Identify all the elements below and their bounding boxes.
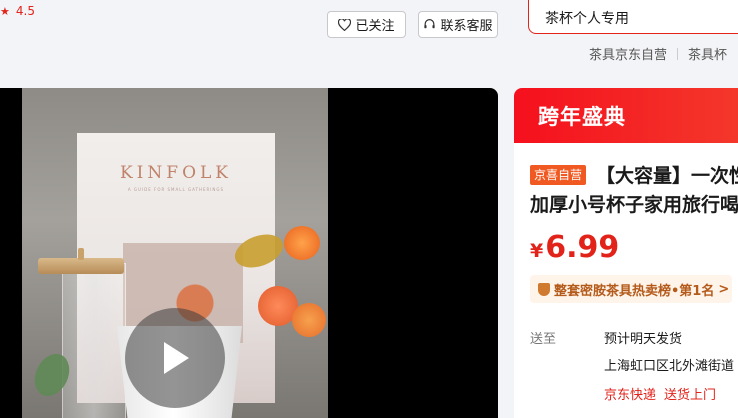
- door-service-label: 送货上门: [664, 388, 717, 403]
- medal-icon: [538, 282, 550, 296]
- play-icon: [164, 342, 189, 374]
- heart-icon: [338, 18, 352, 31]
- price-value: 6.99: [545, 230, 620, 265]
- search-input[interactable]: 茶杯个人专用: [528, 0, 738, 34]
- rating-star-icon: ★: [0, 4, 10, 18]
- follow-label: 已关注: [355, 19, 395, 34]
- category-link-tea-set[interactable]: 茶具京东自营: [589, 48, 667, 63]
- delivery-estimate: 预计明天发货: [604, 332, 683, 347]
- store-rating: ★ 4.5: [0, 4, 35, 18]
- product-title-line1: 【大容量】一次性: [596, 165, 738, 187]
- delivery-label: 送至: [530, 332, 557, 347]
- rank-text: 整套密胺茶具热卖榜•第1名: [554, 283, 715, 299]
- product-info-card: 跨年盛典 京喜自营 【大容量】一次性 加厚小号杯子家用旅行喝 ¥6.99 整套密…: [514, 88, 738, 418]
- flower-decoration: [292, 303, 326, 337]
- shipping-methods: 京东快递 送货上门: [604, 384, 716, 403]
- promo-banner: 跨年盛典: [514, 88, 738, 143]
- currency-symbol: ¥: [530, 240, 544, 262]
- divider: [677, 48, 679, 60]
- self-run-badge: 京喜自营: [530, 165, 587, 185]
- product-price: ¥6.99: [530, 230, 619, 265]
- customer-service-label: 联系客服: [440, 19, 493, 34]
- search-query: 茶杯个人专用: [545, 11, 629, 27]
- headset-icon: [424, 19, 436, 29]
- magazine-subtitle: A GUIDE FOR SMALL GATHERINGS: [127, 187, 225, 192]
- lid-knob: [78, 248, 84, 260]
- category-link-tea-cup[interactable]: 茶具杯: [688, 48, 727, 63]
- rank-badge[interactable]: 整套密胺茶具热卖榜•第1名 >: [530, 275, 732, 303]
- cup-holder-jar: [62, 263, 126, 418]
- play-button[interactable]: [125, 308, 225, 408]
- magazine-title: KINFOLK: [119, 163, 232, 183]
- rating-value: 4.5: [15, 4, 35, 18]
- bamboo-lid: [38, 258, 124, 274]
- delivery-address[interactable]: 上海虹口区北外滩街道: [604, 355, 734, 374]
- product-title-line2: 加厚小号杯子家用旅行喝: [530, 194, 738, 216]
- flower-decoration: [284, 226, 320, 260]
- product-video[interactable]: KINFOLK A GUIDE FOR SMALL GATHERINGS: [0, 88, 498, 418]
- express-label: 京东快递: [604, 388, 657, 403]
- follow-button[interactable]: 已关注: [327, 11, 406, 38]
- category-links: 茶具京东自营 茶具杯: [589, 44, 727, 63]
- chevron-right-icon: >: [718, 281, 730, 297]
- customer-service-button[interactable]: 联系客服: [418, 11, 498, 38]
